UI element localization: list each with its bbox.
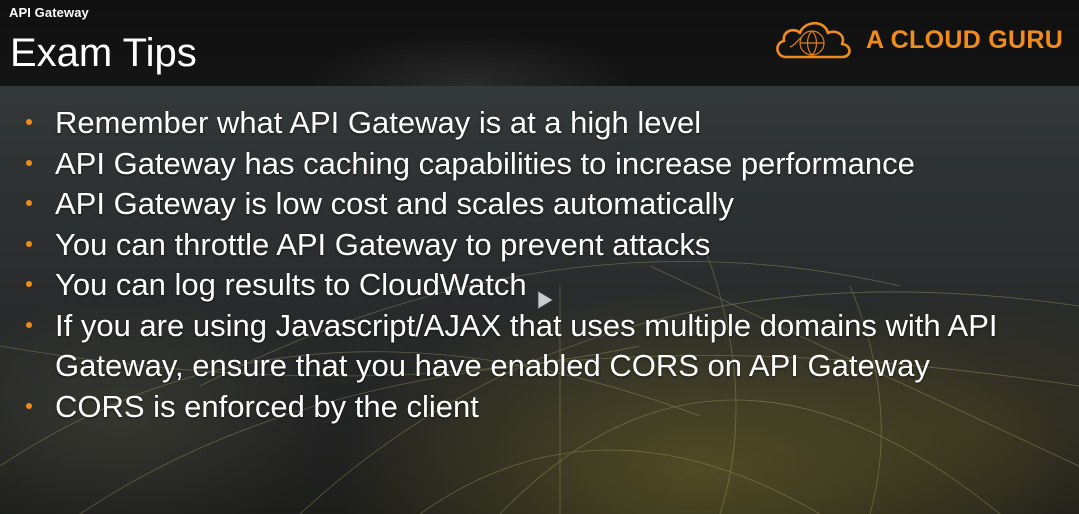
slide-header: API Gateway Exam Tips A CLOUD GURU [0,0,1079,86]
tip-text: Remember what API Gateway is at a high l… [55,105,702,140]
page-title: Exam Tips [10,31,197,75]
tip-text: CORS is enforced by the client [55,388,479,424]
tip-text: You can throttle API Gateway to prevent … [55,226,711,262]
bullet-dot-icon [26,119,32,125]
tip-item: API Gateway is low cost and scales autom… [24,184,1074,225]
brand-logo: A CLOUD GURU [772,16,1063,64]
bullet-dot-icon [26,281,32,287]
bullet-dot-icon [26,402,32,409]
exam-tips-list: Remember what API Gateway is at a high l… [24,103,1074,427]
bullet-dot-icon [26,200,32,206]
tip-item: If you are using Javascript/AJAX that us… [24,306,1074,387]
tip-item: You can throttle API Gateway to prevent … [24,225,1074,266]
bullet-dot-icon [26,240,32,247]
tip-item: CORS is enforced by the client [24,387,1074,428]
bullet-dot-icon [26,321,32,328]
cloud-icon [776,21,851,59]
tip-text: API Gateway is low cost and scales autom… [55,186,734,221]
tip-item: Remember what API Gateway is at a high l… [24,103,1074,144]
tip-text: API Gateway has caching capabilities to … [55,145,915,181]
logo-text: A CLOUD GURU [866,25,1064,54]
tip-text: If you are using Javascript/AJAX that us… [55,307,998,384]
tip-text: You can log results to CloudWatch [55,267,527,302]
tip-item: API Gateway has caching capabilities to … [24,144,1074,185]
bullet-dot-icon [26,159,32,166]
play-icon[interactable] [532,288,556,312]
section-label: API Gateway [9,5,89,20]
slide: API Gateway Exam Tips A CLOUD GURU Remem… [0,0,1079,514]
